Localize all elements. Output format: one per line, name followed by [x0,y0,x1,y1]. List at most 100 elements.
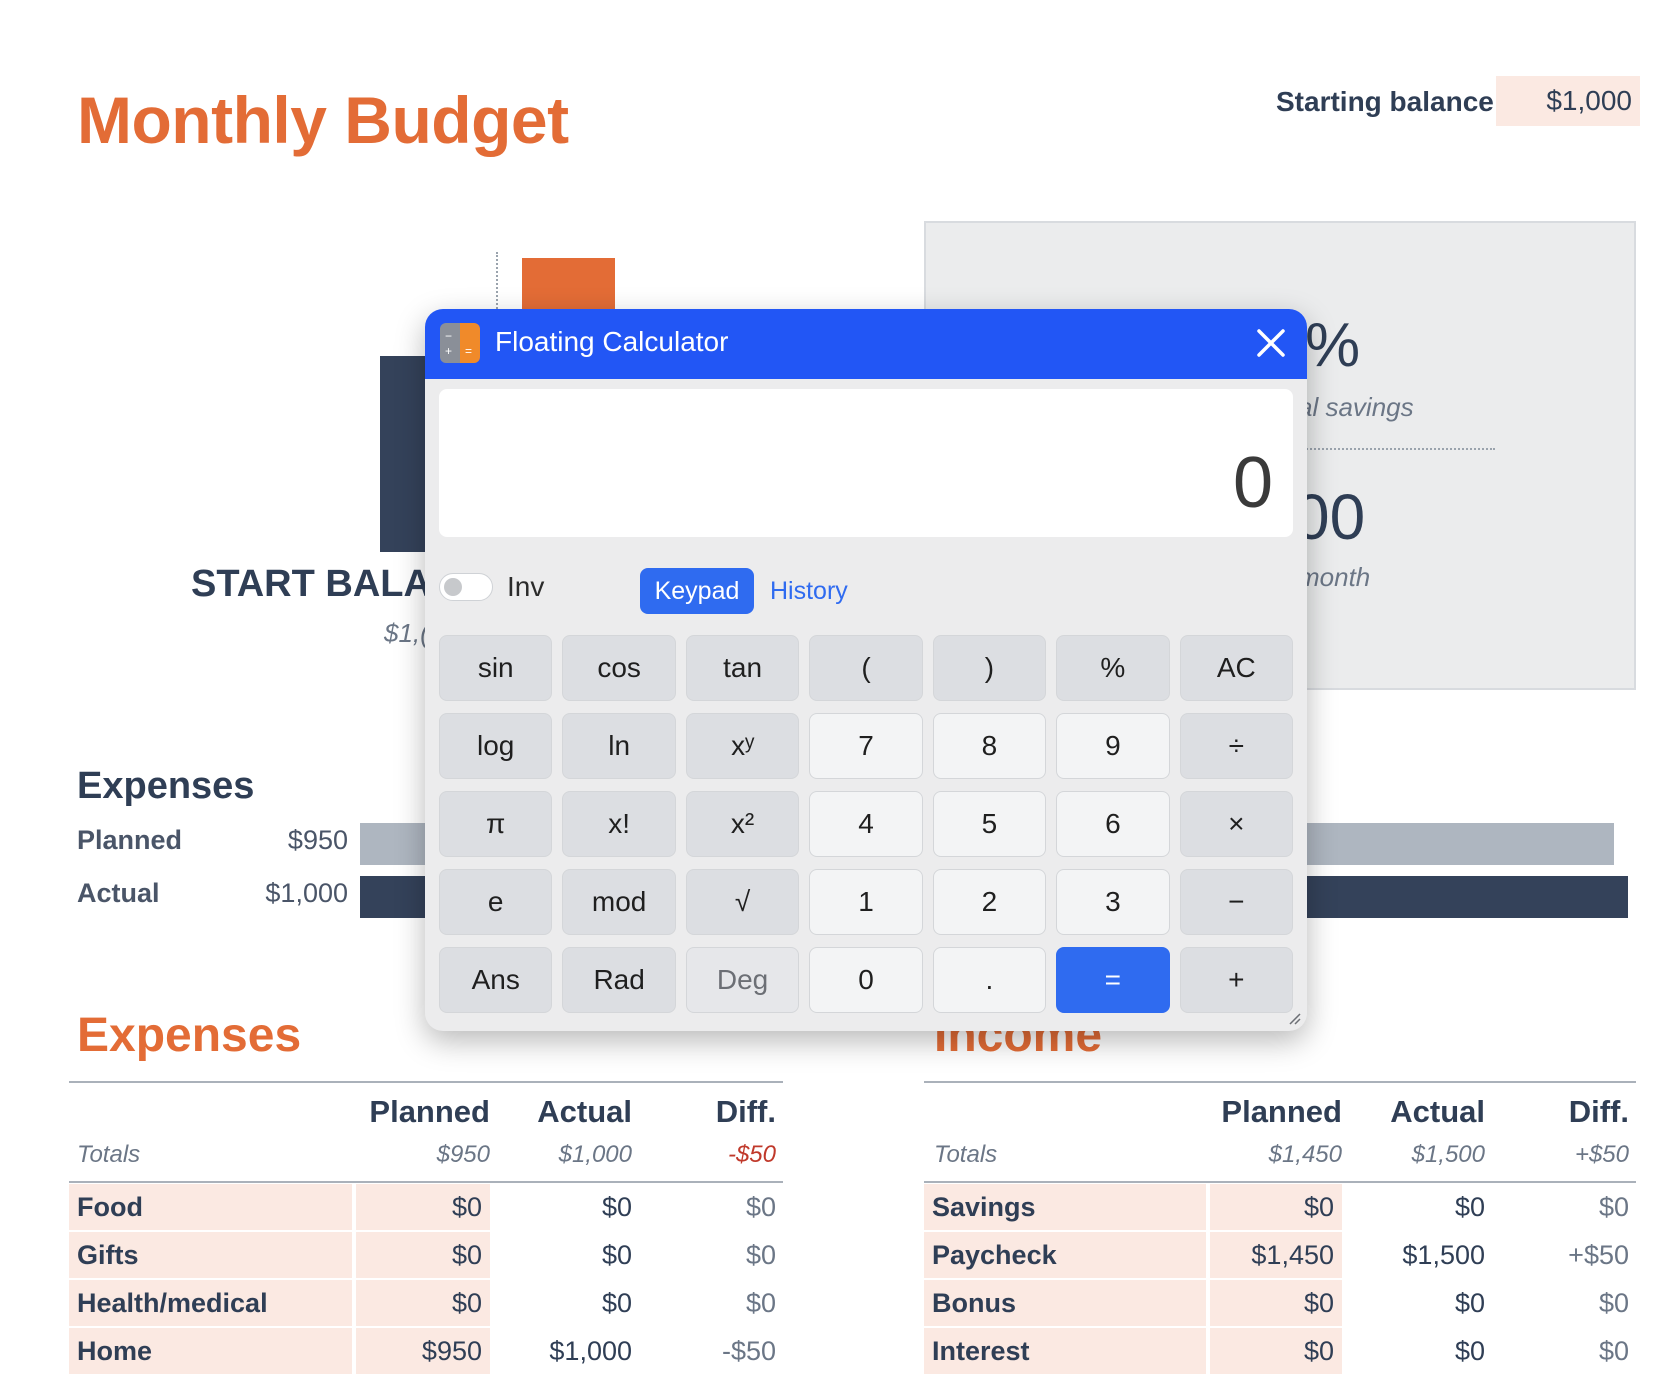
start-balance-label: START BALAN [191,563,459,605]
key-close-paren[interactable]: ) [932,635,1047,701]
key-power[interactable]: xʸ [685,713,800,779]
row-planned[interactable]: $950 [356,1328,490,1374]
row-diff: $0 [1598,1192,1629,1222]
table-row[interactable]: Paycheck $1,450 $1,500 +$50 [924,1232,1636,1278]
row-actual[interactable]: $0 [490,1280,632,1326]
table-row[interactable]: Health/medical $0 $0 $0 [69,1280,783,1326]
row-actual[interactable]: $1,500 [1342,1232,1485,1278]
key-multiply[interactable]: × [1179,791,1293,857]
row-actual[interactable]: $0 [1342,1328,1485,1374]
row-name[interactable]: Savings [924,1184,1206,1230]
row-actual[interactable]: $1,000 [490,1328,632,1374]
summary-percent: % [1305,311,1361,380]
tab-history[interactable]: History [770,568,848,614]
expenses-table-body: Food $0 $0 $0 Gifts $0 $0 $0 Health/medi… [69,1184,783,1374]
row-diff: +$50 [1568,1240,1629,1270]
key-all-clear[interactable]: AC [1179,635,1293,701]
summary-savings-caption: al savings [1298,392,1414,422]
floating-calculator[interactable]: − + = Floating Calculator 0 Inv Keypad H… [425,309,1307,1031]
key-mod[interactable]: mod [562,869,676,935]
summary-month-caption: month [1298,562,1371,592]
row-name[interactable]: Interest [924,1328,1206,1374]
calculator-titlebar[interactable]: − + = Floating Calculator [425,309,1307,379]
row-planned[interactable]: $1,450 [1210,1232,1342,1278]
table-row[interactable]: Home $950 $1,000 -$50 [69,1328,783,1374]
row-planned[interactable]: $0 [1210,1184,1342,1230]
key-sqrt[interactable]: √ [685,869,800,935]
key-ans[interactable]: Ans [439,947,553,1013]
table-row[interactable]: Food $0 $0 $0 [69,1184,783,1230]
close-button[interactable] [1249,321,1293,365]
row-name[interactable]: Home [69,1328,352,1374]
key-open-paren[interactable]: ( [809,635,923,701]
key-7[interactable]: 7 [809,713,923,779]
key-6[interactable]: 6 [1056,791,1170,857]
key-divide[interactable]: ÷ [1179,713,1293,779]
calculator-display: 0 [439,389,1293,537]
key-equals[interactable]: = [1056,947,1170,1013]
table-row[interactable]: Savings $0 $0 $0 [924,1184,1636,1230]
expenses-planned-label: Planned [77,825,183,855]
row-planned[interactable]: $0 [1210,1280,1342,1326]
table-row[interactable]: Gifts $0 $0 $0 [69,1232,783,1278]
close-icon [1257,329,1285,357]
row-planned[interactable]: $0 [356,1232,490,1278]
expenses-table-rule [69,1081,783,1083]
row-diff: $0 [745,1192,776,1222]
row-name[interactable]: Gifts [69,1232,352,1278]
key-tan[interactable]: tan [685,635,800,701]
key-1[interactable]: 1 [809,869,923,935]
income-header-planned: Planned [1221,1094,1342,1129]
page-title: Monthly Budget [77,83,569,157]
inv-toggle[interactable] [439,573,493,601]
key-cos[interactable]: cos [562,635,676,701]
key-4[interactable]: 4 [809,791,923,857]
key-percent[interactable]: % [1056,635,1170,701]
income-totals-planned: $1,450 [1268,1141,1342,1168]
key-0[interactable]: 0 [809,947,923,1013]
key-square[interactable]: x² [685,791,800,857]
row-actual[interactable]: $0 [490,1184,632,1230]
key-pi[interactable]: π [439,791,553,857]
key-2[interactable]: 2 [932,869,1047,935]
expenses-header-actual: Actual [537,1094,632,1129]
row-name[interactable]: Food [69,1184,352,1230]
income-totals-label: Totals [934,1141,998,1168]
row-name[interactable]: Paycheck [924,1232,1206,1278]
key-deg[interactable]: Deg [685,947,800,1013]
key-8[interactable]: 8 [932,713,1047,779]
calculator-keypad: sin cos tan ( ) % AC log ln xʸ 7 8 9 ÷ π… [439,635,1293,1013]
key-subtract[interactable]: − [1179,869,1293,935]
row-name[interactable]: Health/medical [69,1280,352,1326]
row-diff: $0 [1598,1336,1629,1366]
key-rad[interactable]: Rad [562,947,676,1013]
key-decimal[interactable]: . [932,947,1047,1013]
key-3[interactable]: 3 [1056,869,1170,935]
tab-keypad[interactable]: Keypad [640,568,754,614]
row-planned[interactable]: $0 [1210,1328,1342,1374]
inv-label: Inv [507,571,545,602]
income-totals-diff: +$50 [1574,1141,1629,1168]
row-planned[interactable]: $0 [356,1280,490,1326]
income-header-actual: Actual [1390,1094,1485,1129]
summary-divider [1295,448,1495,450]
key-e[interactable]: e [439,869,553,935]
resize-handle-icon[interactable] [1287,1011,1301,1025]
row-actual[interactable]: $0 [490,1232,632,1278]
income-header-diff: Diff. [1568,1094,1629,1129]
table-row[interactable]: Interest $0 $0 $0 [924,1328,1636,1374]
key-ln[interactable]: ln [562,713,676,779]
key-log[interactable]: log [439,713,553,779]
key-sin[interactable]: sin [439,635,553,701]
key-5[interactable]: 5 [932,791,1047,857]
key-add[interactable]: + [1179,947,1293,1013]
table-row[interactable]: Bonus $0 $0 $0 [924,1280,1636,1326]
row-actual[interactable]: $0 [1342,1184,1485,1230]
row-actual[interactable]: $0 [1342,1280,1485,1326]
row-name[interactable]: Bonus [924,1280,1206,1326]
key-factorial[interactable]: x! [562,791,676,857]
income-table-body: Savings $0 $0 $0 Paycheck $1,450 $1,500 … [924,1184,1636,1374]
starting-balance-input[interactable]: $1,000 [1496,76,1640,126]
key-9[interactable]: 9 [1056,713,1170,779]
row-planned[interactable]: $0 [356,1184,490,1230]
